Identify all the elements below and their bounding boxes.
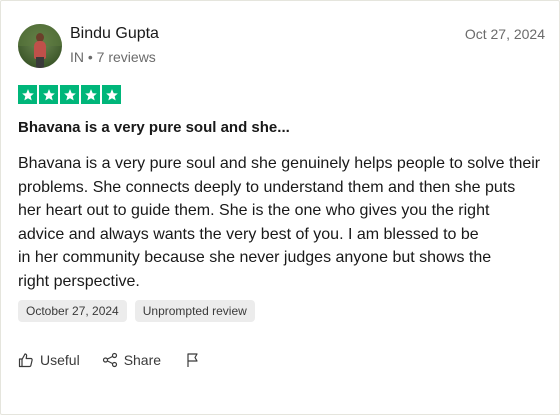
flag-icon bbox=[185, 352, 201, 368]
review-date: Oct 27, 2024 bbox=[464, 26, 545, 42]
share-button[interactable]: Share bbox=[102, 352, 161, 368]
review-card: Bindu Gupta IN • 7 reviews Oct 27, 2024 … bbox=[0, 0, 560, 415]
review-body-line: problems. She connects deeply to underst… bbox=[18, 178, 516, 196]
review-body-line: in her community because she never judge… bbox=[18, 249, 492, 266]
share-label: Share bbox=[123, 352, 162, 368]
review-tags: October 27, 2024 Unprompted review bbox=[18, 300, 255, 322]
star-icon bbox=[18, 85, 37, 104]
flag-button[interactable] bbox=[185, 352, 201, 368]
review-title[interactable]: Bhavana is a very pure soul and she... bbox=[18, 119, 290, 136]
useful-button[interactable]: Useful bbox=[18, 352, 80, 368]
review-actions: Useful Share bbox=[18, 352, 201, 368]
star-icon bbox=[39, 85, 58, 104]
thumbs-up-icon bbox=[18, 352, 34, 368]
star-icon bbox=[102, 85, 121, 104]
avatar[interactable] bbox=[18, 24, 62, 68]
review-body: Bhavana is a very pure soul and she genu… bbox=[18, 152, 553, 293]
date-of-experience-tag: October 27, 2024 bbox=[18, 300, 127, 322]
reviewer-name[interactable]: Bindu Gupta bbox=[70, 25, 159, 43]
review-body-line: her heart out to guide them. She is the … bbox=[18, 202, 490, 219]
review-body-line: advice and always wants the very best of… bbox=[18, 225, 479, 243]
star-icon bbox=[60, 85, 79, 104]
useful-label: Useful bbox=[40, 352, 80, 368]
star-icon bbox=[81, 85, 100, 104]
review-body-line: right perspective. bbox=[18, 272, 140, 290]
star-rating bbox=[18, 85, 121, 104]
review-body-line: Bhavana is a very pure soul and she genu… bbox=[18, 155, 541, 172]
share-icon bbox=[102, 352, 118, 368]
reviewer-meta: IN • 7 reviews bbox=[70, 49, 156, 65]
unprompted-review-tag[interactable]: Unprompted review bbox=[134, 300, 255, 322]
